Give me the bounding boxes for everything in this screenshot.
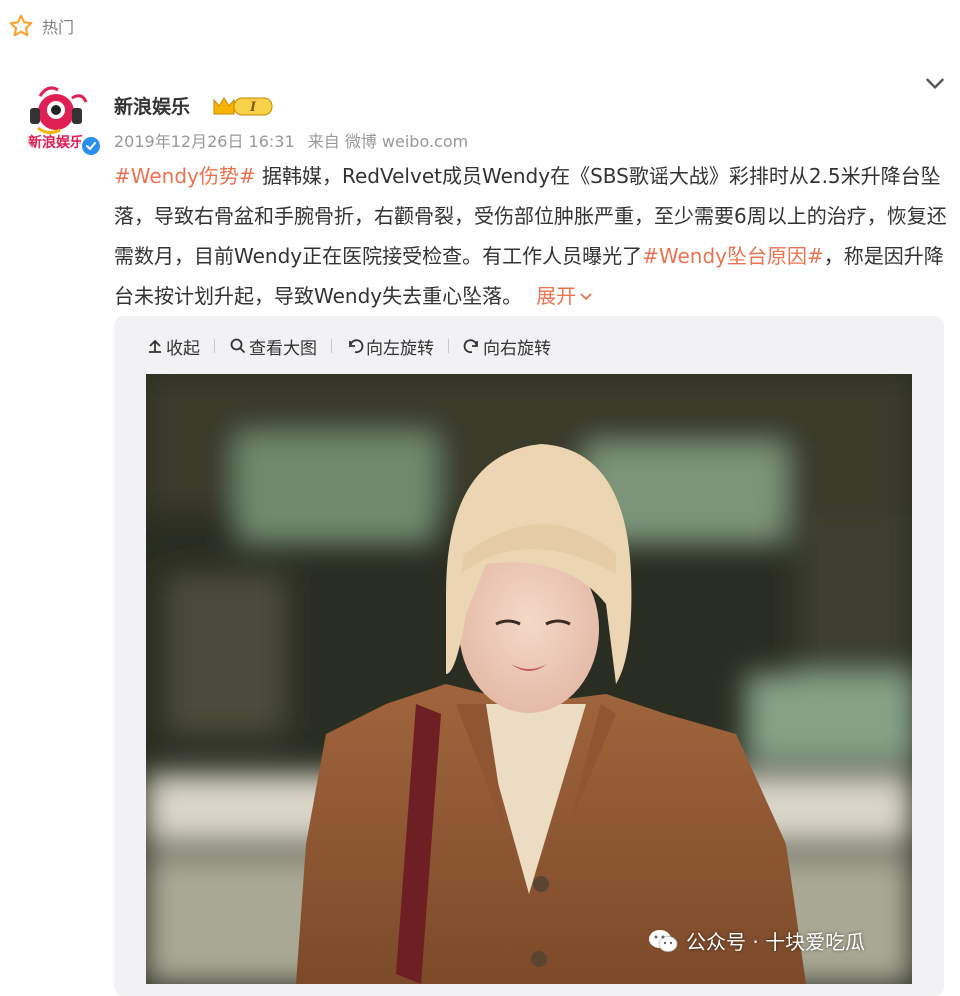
wechat-icon (649, 929, 678, 952)
rotate-left-label: 向左旋转 (366, 338, 434, 359)
watermark-text: 公众号 · 十块爱吃瓜 (686, 930, 866, 954)
vip-level: I (249, 100, 257, 115)
rotate-right-label: 向右旋转 (483, 338, 551, 359)
post-meta: 2019年12月26日 16:31 来自 微博 weibo.com (114, 128, 476, 152)
chevron-down-icon[interactable] (922, 70, 948, 96)
collapse-button[interactable]: 收起 (146, 334, 200, 359)
avatar-text: 新浪娱乐 (28, 135, 84, 151)
hot-label: 热门 (42, 18, 75, 37)
collapse-up-icon (149, 339, 161, 353)
search-icon (230, 338, 246, 354)
rotate-left-icon (349, 339, 364, 354)
photo-image (146, 374, 912, 984)
chevron-down-small-icon (580, 293, 592, 301)
vip-crown-badge-icon[interactable]: I (212, 94, 274, 118)
rotate-left-button[interactable]: 向左旋转 (346, 334, 434, 359)
rotate-right-button[interactable]: 向右旋转 (463, 334, 551, 359)
view-large-label: 查看大图 (249, 338, 317, 359)
expand-link[interactable]: 展开 (536, 284, 593, 308)
media-toolbar: 收起 查看大图 向左旋转 向右旋转 (146, 332, 551, 360)
star-outline-icon (9, 14, 33, 37)
post-photo[interactable] (146, 374, 912, 984)
post-timestamp[interactable]: 2019年12月26日 16:31 (114, 132, 295, 151)
toolbar-divider (448, 339, 449, 353)
post-source: 来自 微博 weibo.com (307, 132, 469, 151)
hashtag-wendy-injury[interactable]: #Wendy伤势# (114, 164, 256, 188)
toolbar-divider (214, 339, 215, 353)
watermark: 公众号 · 十块爱吃瓜 (648, 926, 865, 955)
view-large-button[interactable]: 查看大图 (229, 334, 317, 359)
toolbar-divider (331, 339, 332, 353)
post-text: #Wendy伤势# 据韩媒，RedVelvet成员Wendy在《SBS歌谣大战》… (114, 156, 954, 316)
hashtag-wendy-fall-reason[interactable]: #Wendy坠台原因# (642, 244, 824, 268)
collapse-label: 收起 (166, 338, 200, 359)
rotate-right-icon (463, 339, 478, 354)
hot-section-header[interactable]: 热门 (8, 8, 74, 44)
expand-label: 展开 (536, 284, 577, 308)
verified-check-icon (80, 135, 102, 157)
author-name[interactable]: 新浪娱乐 (114, 92, 190, 119)
media-card: 收起 查看大图 向左旋转 向右旋转 (114, 316, 944, 996)
